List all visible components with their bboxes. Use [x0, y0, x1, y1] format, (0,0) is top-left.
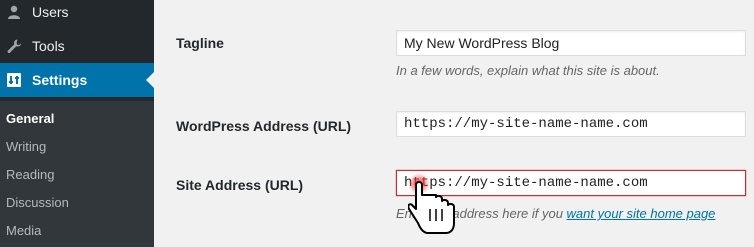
menu-item-tools[interactable]: Tools: [0, 29, 154, 63]
wordpress-address-label: WordPress Address (URL): [176, 118, 352, 134]
submenu-item-general[interactable]: General: [6, 111, 54, 126]
settings-icon: [6, 72, 22, 88]
submenu-item-writing[interactable]: Writing: [6, 139, 46, 154]
tagline-input[interactable]: My New WordPress Blog: [396, 30, 746, 56]
tagline-label: Tagline: [176, 35, 224, 51]
settings-submenu: General Writing Reading Discussion Media: [0, 101, 154, 247]
tagline-description: In a few words, explain what this site i…: [396, 63, 660, 78]
menu-item-label: Users: [32, 4, 69, 20]
settings-page: Users Tools Settings General Writing Rea…: [0, 0, 754, 247]
menu-item-label: Tools: [32, 38, 65, 54]
site-home-page-link[interactable]: want your site home page: [567, 206, 716, 221]
menu-item-users[interactable]: Users: [0, 0, 154, 29]
menu-item-settings[interactable]: Settings: [0, 63, 154, 97]
menu-item-label: Settings: [32, 72, 88, 88]
hand-pointer-icon: [407, 173, 460, 245]
users-icon: [6, 4, 22, 20]
wrench-icon: [6, 38, 22, 54]
submenu-item-reading[interactable]: Reading: [6, 167, 54, 182]
submenu-item-media[interactable]: Media: [6, 223, 41, 238]
wordpress-address-input[interactable]: https://my-site-name-name.com: [396, 111, 746, 137]
submenu-item-discussion[interactable]: Discussion: [6, 195, 69, 210]
site-address-label: Site Address (URL): [176, 177, 304, 193]
admin-sidebar: Users Tools Settings General Writing Rea…: [0, 0, 154, 247]
